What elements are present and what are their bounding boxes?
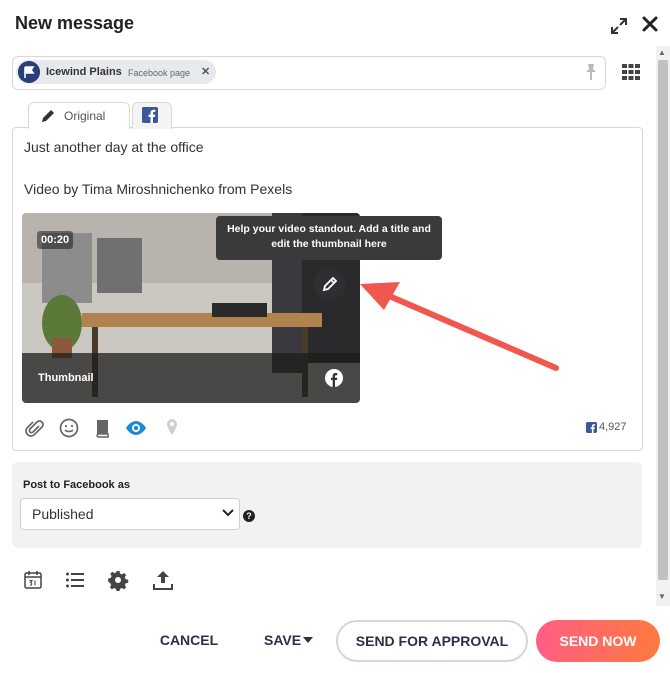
tooltip-text: Help your video standout. Add a title an… xyxy=(227,223,431,250)
send-for-approval-button[interactable]: SEND FOR APPROVAL xyxy=(336,620,528,662)
thumbnail-label: Thumbnail xyxy=(38,372,94,384)
paperclip-icon[interactable] xyxy=(24,418,46,440)
annotation-arrow xyxy=(360,282,559,371)
caret-down-icon xyxy=(303,637,313,643)
pin-icon[interactable] xyxy=(582,62,600,82)
message-text-line: Just another day at the office xyxy=(24,139,204,155)
tab-original-label: Original xyxy=(64,109,106,123)
profile-name: Icewind Plains xyxy=(46,66,122,78)
help-icon[interactable]: ? xyxy=(243,510,255,522)
remove-profile-icon[interactable]: ✕ xyxy=(201,65,210,78)
cancel-button[interactable]: CANCEL xyxy=(152,622,226,658)
facebook-icon xyxy=(142,107,158,123)
character-count: 4,927 xyxy=(599,421,627,433)
post-as-selected-value: Published xyxy=(32,506,94,522)
scroll-down-arrow[interactable]: ▼ xyxy=(658,592,666,601)
book-icon[interactable] xyxy=(92,417,114,439)
eye-icon[interactable] xyxy=(125,417,147,439)
send-now-button[interactable]: SEND NOW xyxy=(536,620,660,662)
list-icon[interactable] xyxy=(64,569,86,591)
close-icon[interactable] xyxy=(640,14,660,34)
upload-icon[interactable] xyxy=(152,569,174,591)
expand-icon[interactable] xyxy=(609,16,629,36)
gear-icon[interactable] xyxy=(107,569,129,591)
calendar-icon[interactable] xyxy=(22,569,44,591)
emoji-icon[interactable] xyxy=(58,417,80,439)
chevron-down-icon xyxy=(222,509,234,517)
location-icon[interactable] xyxy=(161,417,183,439)
pencil-icon xyxy=(42,110,54,122)
message-credit-line: Video by Tima Miroshnichenko from Pexels xyxy=(24,181,293,197)
grid-icon[interactable] xyxy=(621,63,641,81)
scroll-up-arrow[interactable]: ▲ xyxy=(658,48,666,57)
scrollbar-thumb[interactable] xyxy=(658,60,668,580)
video-duration: 00:20 xyxy=(37,231,74,249)
profile-avatar xyxy=(18,61,40,83)
facebook-icon xyxy=(586,422,597,433)
profile-type: Facebook page xyxy=(128,68,191,78)
post-as-label: Post to Facebook as xyxy=(23,479,130,491)
dialog-title: New message xyxy=(15,13,135,33)
